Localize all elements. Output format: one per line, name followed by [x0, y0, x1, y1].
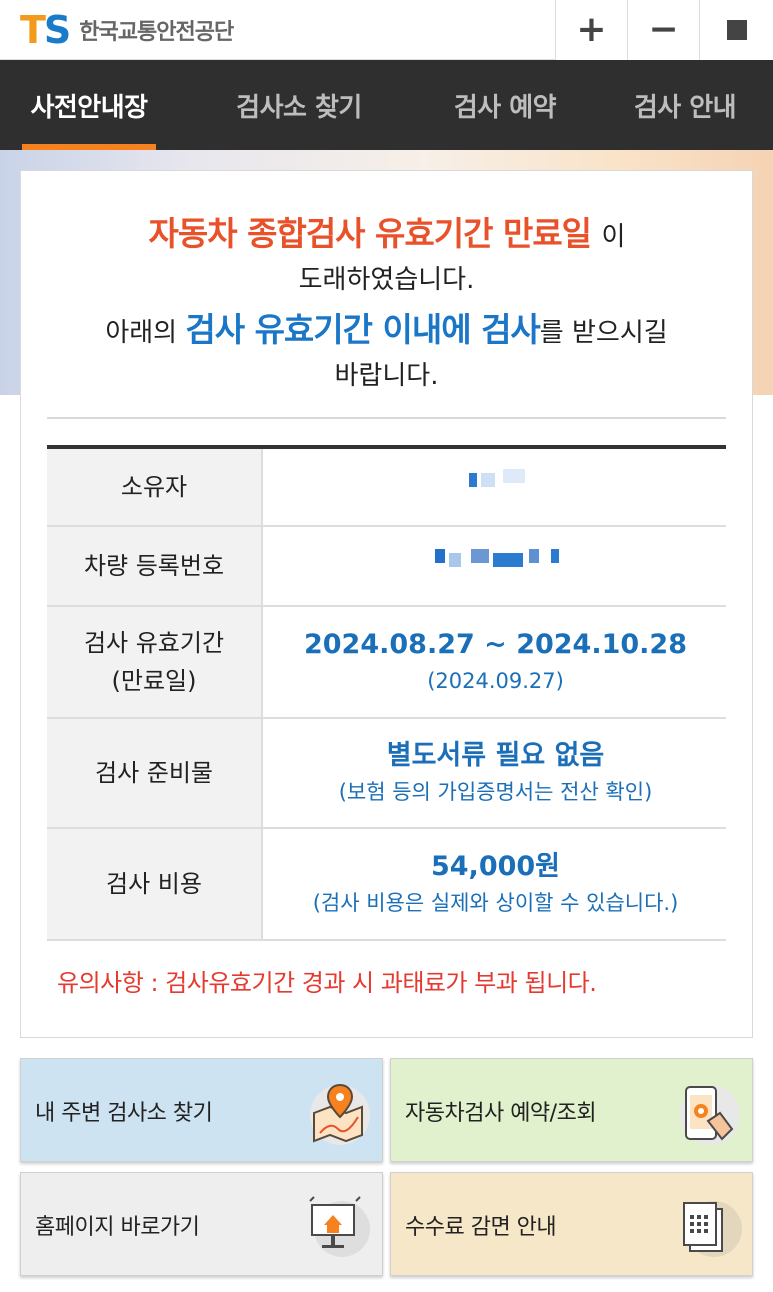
preparation-main: 별도서류 필요 없음 — [386, 740, 605, 771]
zoom-in-button[interactable]: + — [555, 0, 627, 60]
cost-note: (검사 비용은 실제와 상이할 수 있습니다.) — [312, 891, 679, 915]
redacted-owner-a — [469, 473, 477, 487]
plate-value — [265, 527, 726, 605]
plate-label: 차량 등록번호 — [47, 527, 263, 605]
divider — [47, 417, 726, 419]
zoom-out-button[interactable]: − — [627, 0, 699, 60]
notice-suffix: 를 받으시길 — [539, 318, 668, 348]
notice-highlight-period: 검사 유효기간 이내에 검사 — [185, 310, 540, 349]
inspection-reservation-label: 자동차검사 예약/조회 — [405, 1101, 597, 1126]
fee-reduction-button[interactable]: 수수료 감면 안내 — [390, 1172, 753, 1276]
table-row-plate: 차량 등록번호 — [47, 527, 726, 607]
square-icon — [726, 20, 747, 40]
minus-icon: − — [648, 9, 679, 50]
inspection-reservation-button[interactable]: 자동차검사 예약/조회 — [390, 1058, 753, 1162]
redacted-plate-b — [449, 553, 461, 567]
top-bar: TS 한국교통안전공단 + − — [0, 0, 773, 60]
home-monitor-icon — [309, 1196, 370, 1257]
phone-touch-icon — [680, 1085, 740, 1145]
notice-line-1: 자동차 종합검사 유효기간 만료일 이 — [21, 207, 752, 255]
redacted-plate-f — [551, 549, 559, 563]
notice-message: 자동차 종합검사 유효기간 만료일 이 도래하였습니다. 아래의 검사 유효기간… — [21, 171, 752, 419]
org-name: 한국교통안전공단 — [79, 20, 234, 45]
redacted-owner-c — [503, 469, 525, 483]
cost-value: 54,000원 (검사 비용은 실제와 상이할 수 있습니다.) — [265, 829, 726, 939]
period-label-main: 검사 유효기간 — [83, 629, 225, 657]
redacted-plate-e — [529, 549, 539, 563]
notice-highlight-expiry: 자동차 종합검사 유효기간 만료일 — [148, 214, 593, 253]
document-icon — [683, 1201, 742, 1257]
plus-icon: + — [576, 9, 607, 50]
tab-find-station[interactable]: 검사소 찾기 — [210, 60, 388, 150]
table-row-preparation: 검사 준비물 별도서류 필요 없음 (보험 등의 가입증명서는 전산 확인) — [47, 719, 726, 829]
homepage-label: 홈페이지 바로가기 — [35, 1215, 200, 1240]
notice-prefix: 아래의 — [105, 318, 178, 348]
tab-reservation[interactable]: 검사 예약 — [430, 60, 580, 150]
notice-line-3: 아래의 검사 유효기간 이내에 검사를 받으시길 — [21, 303, 752, 351]
homepage-button[interactable]: 홈페이지 바로가기 — [20, 1172, 383, 1276]
ts-logo[interactable]: TS 한국교통안전공단 — [20, 8, 234, 52]
preparation-note: (보험 등의 가입증명서는 전산 확인) — [338, 780, 653, 804]
notice-line-4: 바랍니다. — [334, 361, 439, 391]
period-label-sub: (만료일) — [111, 667, 197, 695]
owner-label: 소유자 — [47, 449, 263, 525]
period-label: 검사 유효기간 (만료일) — [47, 607, 263, 717]
main-nav: 사전안내장 검사소 찾기 검사 예약 검사 안내 — [0, 60, 773, 150]
notice-line-2: 도래하였습니다. — [298, 265, 475, 295]
table-row-period: 검사 유효기간 (만료일) 2024.08.27 ~ 2024.10.28 (2… — [47, 607, 726, 719]
owner-value — [265, 449, 726, 525]
expiry-date: (2024.09.27) — [427, 669, 564, 693]
cost-label: 검사 비용 — [47, 829, 263, 939]
notice-card: 자동차 종합검사 유효기간 만료일 이 도래하였습니다. 아래의 검사 유효기간… — [20, 170, 753, 1038]
tab-notice[interactable]: 사전안내장 — [10, 60, 168, 150]
notice-tail: 이 — [601, 222, 626, 252]
map-pin-icon — [310, 1083, 370, 1145]
table-row-owner: 소유자 — [47, 449, 726, 527]
ts-logo-mark: TS — [20, 8, 71, 52]
redacted-owner-b — [481, 473, 495, 487]
fee-reduction-label: 수수료 감면 안내 — [405, 1215, 557, 1240]
valid-period: 2024.08.27 ~ 2024.10.28 — [303, 629, 688, 660]
window-button[interactable] — [699, 0, 773, 60]
redacted-plate-d — [493, 553, 523, 567]
table-row-cost: 검사 비용 54,000원 (검사 비용은 실제와 상이할 수 있습니다.) — [47, 829, 726, 941]
caution-notice: 유의사항 : 검사유효기간 경과 시 과태료가 부과 됩니다. — [57, 969, 597, 997]
preparation-label: 검사 준비물 — [47, 719, 263, 827]
redacted-plate-c — [471, 549, 489, 563]
period-value: 2024.08.27 ~ 2024.10.28 (2024.09.27) — [265, 607, 726, 717]
preparation-value: 별도서류 필요 없음 (보험 등의 가입증명서는 전산 확인) — [265, 719, 726, 827]
tab-guide[interactable]: 검사 안내 — [610, 60, 760, 150]
find-nearby-station-button[interactable]: 내 주변 검사소 찾기 — [20, 1058, 383, 1162]
cost-amount: 54,000원 — [430, 851, 561, 882]
redacted-plate-a — [435, 549, 445, 563]
find-nearby-station-label: 내 주변 검사소 찾기 — [35, 1101, 213, 1126]
